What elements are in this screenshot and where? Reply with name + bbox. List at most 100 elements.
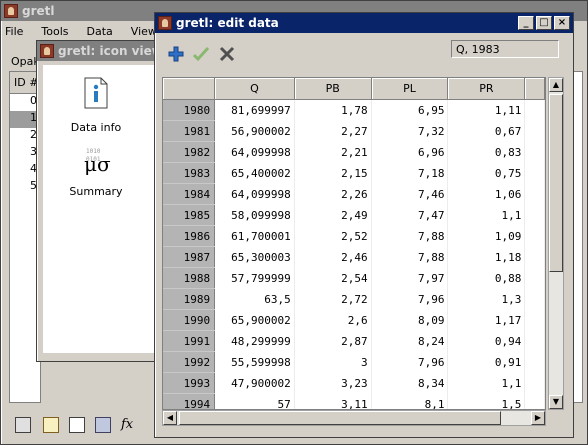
data-cell[interactable]: 7,96 (371, 288, 449, 310)
data-cell[interactable]: 57 (214, 393, 295, 409)
data-cell[interactable]: 7,18 (371, 162, 449, 184)
data-cell[interactable]: 3,23 (294, 372, 372, 394)
data-cell[interactable]: 7,97 (371, 267, 449, 289)
data-cell[interactable]: 1,5 (447, 393, 526, 409)
row-header-cell[interactable]: 1985 (163, 204, 216, 226)
edit-script-icon[interactable] (43, 417, 59, 433)
minimize-button[interactable]: _ (518, 16, 534, 30)
data-cell[interactable]: 63,5 (214, 288, 295, 310)
data-cell[interactable]: 2,46 (294, 246, 372, 268)
data-cell[interactable]: 65,900002 (214, 309, 295, 331)
icon-view-icon[interactable] (95, 417, 111, 433)
data-cell[interactable]: 1,09 (447, 225, 526, 247)
row-header-cell[interactable]: 1990 (163, 309, 216, 331)
scroll-up-arrow[interactable]: ▲ (549, 78, 563, 92)
data-cell[interactable]: 2,21 (294, 141, 372, 163)
data-cell[interactable]: 0,67 (447, 120, 526, 142)
data-cell[interactable]: 57,799999 (214, 267, 295, 289)
column-header-pl[interactable]: PL (371, 78, 449, 100)
scroll-left-arrow[interactable]: ◀ (163, 411, 177, 425)
data-cell[interactable]: 2,54 (294, 267, 372, 289)
data-cell[interactable]: 65,400002 (214, 162, 295, 184)
data-cell[interactable]: 64,099998 (214, 183, 295, 205)
menu-tools[interactable]: Tools (41, 25, 68, 38)
maximize-button[interactable]: □ (536, 16, 552, 30)
corner-header[interactable] (163, 78, 216, 100)
data-cell[interactable]: 2,6 (294, 309, 372, 331)
icon-view-titlebar[interactable]: gretl: icon view (37, 41, 167, 61)
data-cell[interactable]: 7,88 (371, 225, 449, 247)
column-header-pb[interactable]: PB (294, 78, 372, 100)
data-cell[interactable]: 1,18 (447, 246, 526, 268)
data-cell[interactable]: 1,3 (447, 288, 526, 310)
data-cell[interactable]: 0,94 (447, 330, 526, 352)
data-cell[interactable]: 7,47 (371, 204, 449, 226)
row-header-cell[interactable]: 1988 (163, 267, 216, 289)
data-cell[interactable]: 3 (294, 351, 372, 373)
apply-button[interactable] (190, 43, 212, 65)
data-cell[interactable]: 6,96 (371, 141, 449, 163)
horizontal-scroll-thumb[interactable] (179, 411, 501, 425)
row-header-cell[interactable]: 1991 (163, 330, 216, 352)
data-cell[interactable]: 65,300003 (214, 246, 295, 268)
column-header-q[interactable]: Q (214, 78, 295, 100)
menu-data[interactable]: Data (87, 25, 113, 38)
row-header-cell[interactable]: 1993 (163, 372, 216, 394)
data-cell[interactable]: 47,900002 (214, 372, 295, 394)
row-header-cell[interactable]: 1987 (163, 246, 216, 268)
data-cell[interactable]: 48,299999 (214, 330, 295, 352)
edit-data-titlebar[interactable]: gretl: edit data _ □ × (155, 13, 573, 33)
data-cell[interactable]: 2,26 (294, 183, 372, 205)
data-grid[interactable]: Q PB PL PR 1980 81,699997 1,78 6,95 1,11 1981… (162, 77, 546, 410)
data-cell[interactable]: 0,83 (447, 141, 526, 163)
row-header-cell[interactable]: 1982 (163, 141, 216, 163)
data-cell[interactable]: 3,11 (294, 393, 372, 409)
data-cell[interactable]: 8,1 (371, 393, 449, 409)
row-header-cell[interactable]: 1980 (163, 99, 216, 121)
data-cell[interactable]: 1,06 (447, 183, 526, 205)
data-cell[interactable]: 8,24 (371, 330, 449, 352)
horizontal-scrollbar[interactable]: ◀ ▶ (162, 410, 546, 426)
vertical-scroll-thumb[interactable] (549, 94, 563, 272)
data-cell[interactable]: 61,700001 (214, 225, 295, 247)
data-cell[interactable]: 1,1 (447, 372, 526, 394)
column-header-pr[interactable]: PR (447, 78, 526, 100)
row-header-cell[interactable]: 1984 (163, 183, 216, 205)
console-icon[interactable] (69, 417, 85, 433)
scroll-right-arrow[interactable]: ▶ (531, 411, 545, 425)
scroll-down-arrow[interactable]: ▼ (549, 395, 563, 409)
data-cell[interactable]: 0,75 (447, 162, 526, 184)
data-cell[interactable]: 7,46 (371, 183, 449, 205)
row-header-cell[interactable]: 1983 (163, 162, 216, 184)
summary-item[interactable]: 1010 0101 μσ Summary (61, 145, 131, 198)
data-cell[interactable]: 2,87 (294, 330, 372, 352)
function-fx-icon[interactable]: fx (121, 417, 133, 432)
row-header-cell[interactable]: 1981 (163, 120, 216, 142)
row-header-cell[interactable]: 1992 (163, 351, 216, 373)
close-data-button[interactable] (216, 43, 238, 65)
data-cell[interactable]: 2,52 (294, 225, 372, 247)
data-cell[interactable]: 56,900002 (214, 120, 295, 142)
data-cell[interactable]: 0,91 (447, 351, 526, 373)
data-cell[interactable]: 6,95 (371, 99, 449, 121)
data-cell[interactable]: 58,099998 (214, 204, 295, 226)
data-cell[interactable]: 2,72 (294, 288, 372, 310)
data-cell[interactable]: 2,49 (294, 204, 372, 226)
data-cell[interactable]: 55,599998 (214, 351, 295, 373)
row-header-cell[interactable]: 1986 (163, 225, 216, 247)
observation-field[interactable]: Q, 1983 (451, 40, 559, 58)
data-info-item[interactable]: Data info (61, 77, 131, 134)
data-cell[interactable]: 7,32 (371, 120, 449, 142)
menu-view[interactable]: View (131, 25, 157, 38)
vertical-scrollbar[interactable]: ▲ ▼ (548, 77, 564, 410)
data-cell[interactable]: 1,1 (447, 204, 526, 226)
data-cell[interactable]: 2,15 (294, 162, 372, 184)
row-header-cell[interactable]: 1994 (163, 393, 216, 409)
data-cell[interactable]: 2,27 (294, 120, 372, 142)
data-cell[interactable]: 0,88 (447, 267, 526, 289)
data-cell[interactable]: 1,11 (447, 99, 526, 121)
row-header-cell[interactable]: 1989 (163, 288, 216, 310)
calculator-icon[interactable] (15, 417, 31, 433)
data-cell[interactable]: 1,17 (447, 309, 526, 331)
menu-file[interactable]: File (5, 25, 23, 38)
